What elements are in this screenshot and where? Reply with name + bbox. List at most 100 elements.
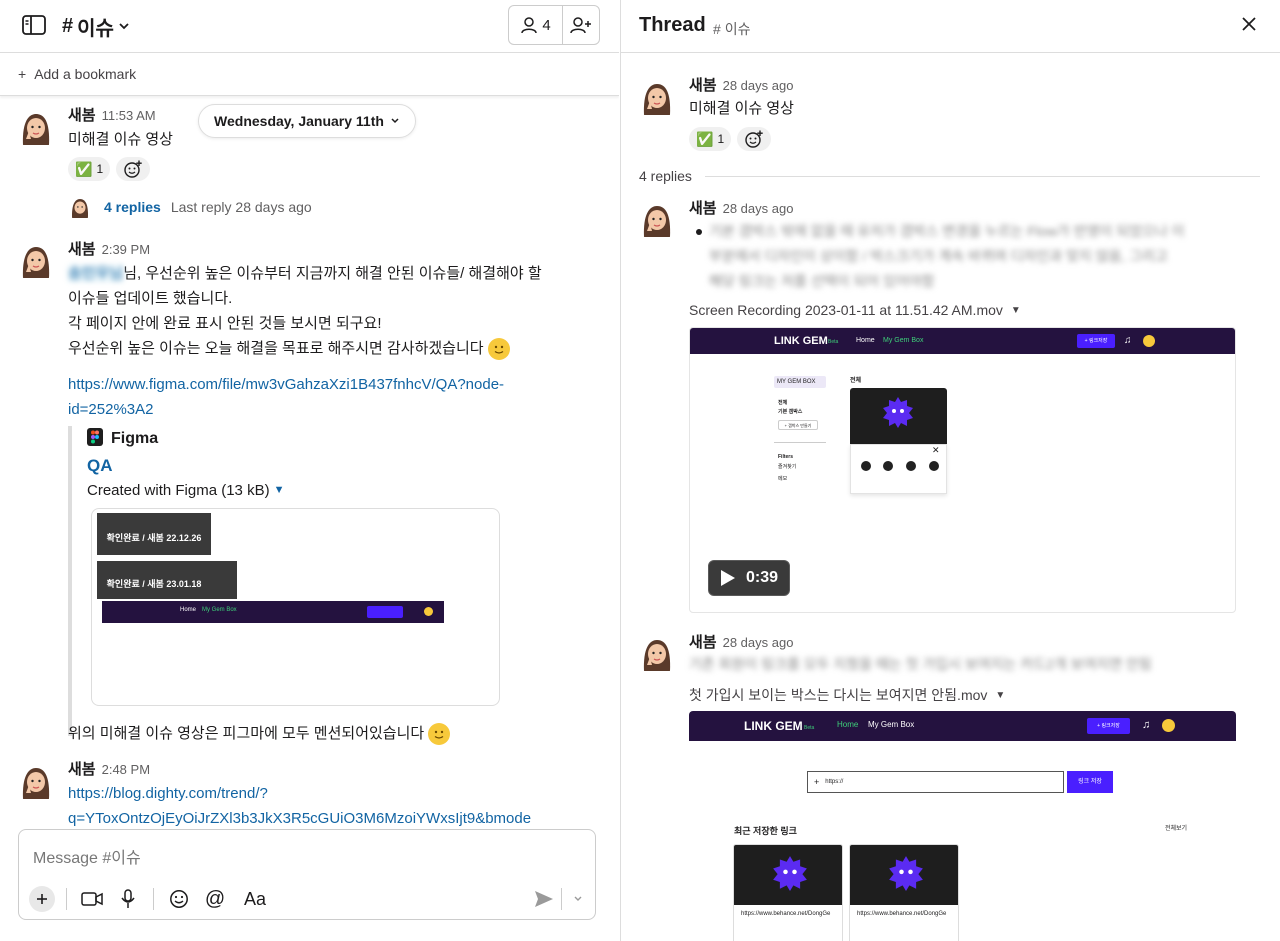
author-name[interactable]: 새봄 bbox=[68, 758, 96, 779]
message-header: 새봄 2:39 PM bbox=[68, 238, 150, 259]
reaction-check[interactable]: ✅ 1 bbox=[68, 157, 111, 181]
video-player[interactable]: LINK GEM Beta Home My Gem Box + 링크저장 ♫ M… bbox=[689, 327, 1236, 613]
link-line[interactable]: q=YToxOntzOjEyOiJrZXl3b3JkX3R5cGUiO3M6Mz… bbox=[68, 806, 531, 831]
add-reaction-button[interactable] bbox=[737, 127, 772, 151]
audio-clip-button[interactable] bbox=[115, 886, 141, 912]
video-camera-icon bbox=[81, 892, 103, 906]
composer-input[interactable]: Message #이슈 bbox=[33, 844, 141, 868]
video-card-thumb bbox=[850, 845, 958, 905]
caret-down-icon[interactable]: ▼ bbox=[1011, 305, 1021, 316]
avatar[interactable] bbox=[639, 201, 675, 237]
video-beta: Beta bbox=[804, 725, 815, 731]
video-side-filters: Filters bbox=[778, 454, 794, 460]
video-nav-button: + 링크저장 bbox=[1077, 334, 1115, 348]
formatting-button[interactable]: Aa bbox=[239, 886, 271, 912]
channel-title[interactable]: # 이슈 bbox=[62, 12, 130, 41]
message-text: 미해결 이슈 영상 bbox=[68, 131, 173, 148]
add-emoji-icon bbox=[745, 130, 763, 148]
caret-down-icon[interactable]: ▼ bbox=[995, 690, 1005, 701]
avatar[interactable] bbox=[639, 79, 675, 115]
emoji-button[interactable] bbox=[166, 886, 192, 912]
avatar[interactable] bbox=[18, 109, 54, 145]
replies-link[interactable]: 4 replies bbox=[104, 199, 161, 215]
video-clip-button[interactable] bbox=[79, 886, 105, 912]
play-button[interactable]: 0:39 bbox=[708, 560, 790, 596]
avatar[interactable] bbox=[18, 763, 54, 799]
author-name[interactable]: 새봄 bbox=[68, 104, 96, 125]
timestamp[interactable]: 28 days ago bbox=[723, 201, 794, 216]
blog-link[interactable]: https://blog.dighty.com/trend/? q=YToxOn… bbox=[68, 781, 531, 831]
add-reaction-button[interactable] bbox=[116, 157, 151, 181]
reactions: ✅ 1 bbox=[689, 127, 772, 151]
message-text: 미해결 이슈 영상 bbox=[689, 100, 794, 117]
video-side-box: MY GEM BOX bbox=[774, 376, 826, 388]
author-name[interactable]: 새봄 bbox=[689, 631, 717, 652]
message-header: 새봄 28 days ago bbox=[689, 74, 793, 95]
thread-channel[interactable]: # 이슈 bbox=[713, 19, 750, 39]
avatar[interactable] bbox=[639, 635, 675, 671]
message-header: 새봄 28 days ago bbox=[689, 197, 793, 218]
member-count-button[interactable]: 4 bbox=[509, 6, 563, 44]
gem-monster-icon bbox=[889, 856, 923, 891]
reaction-check[interactable]: ✅ 1 bbox=[689, 127, 732, 151]
smile-emoji-icon bbox=[428, 722, 451, 745]
timestamp[interactable]: 28 days ago bbox=[723, 78, 794, 93]
reactions: ✅ 1 bbox=[68, 157, 151, 181]
chevron-down-icon bbox=[574, 896, 582, 901]
message-line: 부분에서 디자인이 상이함 / 박스크기가 계속 바뀌며 디자인과 맞지 않음,… bbox=[709, 248, 1168, 264]
video-save-button: 링크 저장 bbox=[1067, 771, 1113, 793]
message-line: 이슈들 업데이트 했습니다. bbox=[68, 290, 233, 307]
video-side-default: 기본 갬박스 bbox=[778, 409, 803, 415]
link-line[interactable]: id=252%3A2 bbox=[68, 397, 504, 422]
thumb-nav-home: Home bbox=[180, 607, 197, 613]
video-logo: LINK GEM bbox=[774, 335, 828, 347]
thread-pane: Thread # 이슈 새봄 28 days ago 미해결 이슈 영상 ✅ 1… bbox=[620, 0, 1280, 941]
file-name[interactable]: 첫 가입시 보이는 박스는 다시는 보여지면 안됨.mov bbox=[689, 685, 987, 705]
send-options-button[interactable] bbox=[565, 886, 591, 912]
replier-avatar bbox=[69, 196, 91, 218]
video-player[interactable]: LINK GEM Beta Home My Gem Box + 링크저장 ♫ +… bbox=[689, 711, 1236, 941]
play-icon bbox=[720, 570, 735, 586]
file-name[interactable]: Screen Recording 2023-01-11 at 11.51.42 … bbox=[689, 302, 1003, 318]
sidebar-toggle-icon[interactable] bbox=[22, 15, 46, 40]
attach-plus-button[interactable] bbox=[29, 886, 55, 912]
emoji-icon bbox=[170, 890, 188, 908]
author-name[interactable]: 새봄 bbox=[689, 74, 717, 95]
caret-down-icon[interactable]: ▼ bbox=[274, 478, 285, 503]
thread-summary[interactable]: 4 replies Last reply 28 days ago bbox=[104, 199, 312, 215]
microphone-icon bbox=[121, 889, 135, 908]
send-button[interactable] bbox=[531, 886, 557, 912]
video-avatar bbox=[1162, 719, 1175, 732]
close-icon: ✕ bbox=[932, 445, 940, 455]
figma-link[interactable]: https://www.figma.com/file/mw3vGahzaXzi1… bbox=[68, 372, 504, 422]
figma-thumbnail[interactable]: 확인완료 / 새봄 22.12.26 확인완료 / 새봄 23.01.18 Ho… bbox=[91, 508, 500, 706]
link-line[interactable]: https://www.figma.com/file/mw3vGahzaXzi1… bbox=[68, 372, 504, 397]
mention-button[interactable]: @ bbox=[202, 886, 228, 912]
unfurl-title[interactable]: QA bbox=[87, 453, 498, 478]
check-emoji-icon: ✅ bbox=[75, 160, 93, 177]
thumb-label: 확인완료 / 새봄 23.01.18 bbox=[106, 579, 202, 589]
date-divider-button[interactable]: Wednesday, January 11th bbox=[198, 104, 416, 138]
message-line: 님, 우선순위 높은 이슈부터 지금까지 해결 안된 이슈들/ 해결해야 할 bbox=[123, 265, 542, 282]
link-line[interactable]: https://blog.dighty.com/trend/? bbox=[68, 781, 531, 806]
author-name[interactable]: 새봄 bbox=[689, 197, 717, 218]
divider bbox=[153, 888, 154, 910]
add-bookmark-button[interactable]: + Add a bookmark bbox=[0, 54, 619, 96]
timestamp[interactable]: 2:39 PM bbox=[102, 242, 150, 257]
close-thread-button[interactable] bbox=[1241, 16, 1257, 37]
hash-icon: # bbox=[62, 15, 74, 37]
author-name[interactable]: 새봄 bbox=[68, 238, 96, 259]
bullet-icon bbox=[696, 229, 702, 235]
thread-header: Thread # 이슈 bbox=[621, 0, 1280, 53]
avatar[interactable] bbox=[18, 242, 54, 278]
add-person-icon bbox=[570, 17, 591, 34]
timestamp[interactable]: 11:53 AM bbox=[102, 108, 156, 123]
timestamp[interactable]: 28 days ago bbox=[723, 635, 794, 650]
add-member-button[interactable] bbox=[563, 6, 599, 44]
popover-icon bbox=[929, 461, 939, 471]
user-mention[interactable]: 송민우님 bbox=[68, 265, 124, 282]
thumb-button bbox=[367, 606, 403, 618]
unfurl-service: Figma bbox=[87, 426, 498, 452]
message-line: 각 페이지 안에 완료 표시 안된 것들 보시면 되구요! bbox=[68, 315, 382, 332]
timestamp[interactable]: 2:48 PM bbox=[102, 762, 150, 777]
